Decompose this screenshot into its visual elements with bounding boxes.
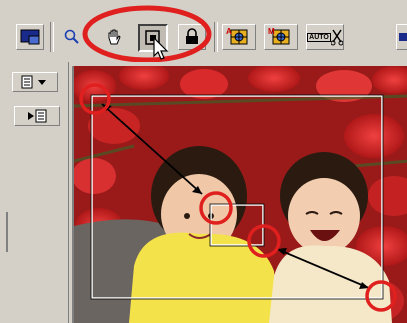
toolbar-separator [50,22,54,52]
list-arrow-button[interactable] [14,106,60,126]
list-dropdown-icon [21,75,46,89]
auto-label: AUTO [307,32,331,42]
overflow-icon [399,33,407,41]
auto-scissors-icon [330,29,343,46]
monitor-color-icon [20,29,40,45]
lock-button[interactable] [178,24,206,50]
mf-label: M [268,27,275,36]
toolbar-separator [214,22,218,52]
preview-photo [74,66,407,323]
auto-focus-button[interactable]: A [222,24,256,50]
color-mode-button[interactable] [16,24,44,50]
arrow-list-icon [28,109,47,123]
lock-icon [186,28,198,44]
preview-area[interactable] [72,66,407,323]
magnifier-icon [64,29,79,44]
hand-tool-button[interactable] [100,24,128,50]
left-panel [0,62,69,323]
zoom-button[interactable] [58,24,86,50]
af-label: A [226,27,232,36]
hand-icon [108,29,121,45]
view-menu-button[interactable] [12,72,58,92]
overflow-button[interactable] [396,24,407,50]
mouse-cursor-icon [153,36,169,60]
panel-divider [6,212,8,252]
manual-focus-button[interactable]: M [264,24,298,50]
auto-adjust-button[interactable]: AUTO [306,24,344,50]
toolbar: A M AUTO [0,0,407,62]
